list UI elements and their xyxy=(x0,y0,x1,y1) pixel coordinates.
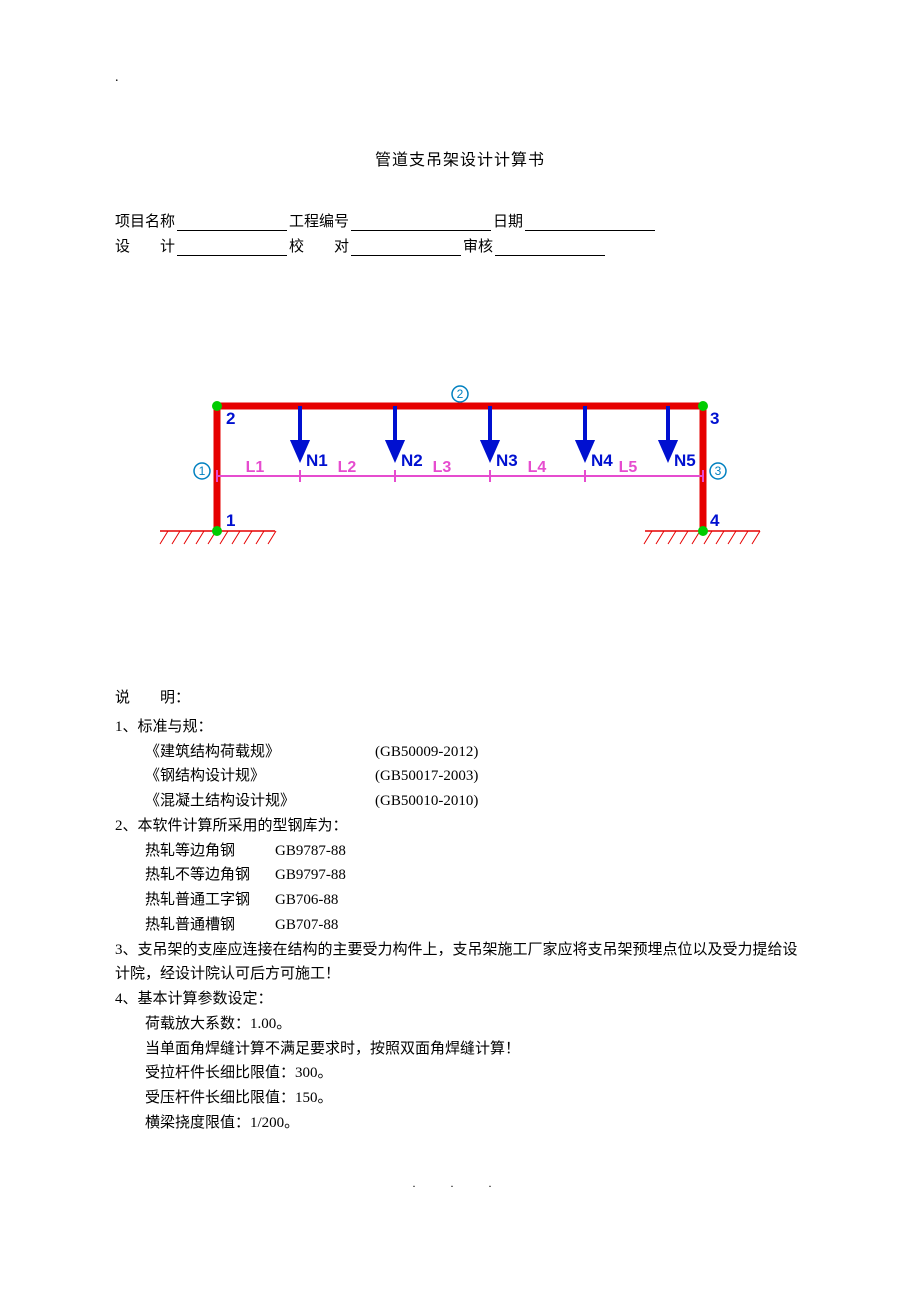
s4-item-2: 受拉杆件长细比限值：300。 xyxy=(145,1061,805,1086)
explain-heading: 说 明： xyxy=(115,686,805,711)
span-L1: L1 xyxy=(246,459,265,476)
section-2-title: 2、本软件计算所采用的型钢库为： xyxy=(115,814,805,839)
force-N2: N2 xyxy=(401,451,423,470)
s2-item-3-name: 热轧普通槽钢 xyxy=(145,913,275,938)
span-L2: L2 xyxy=(338,459,357,476)
force-N4: N4 xyxy=(591,451,613,470)
node-3: 3 xyxy=(710,409,719,428)
section-4-title: 4、基本计算参数设定： xyxy=(115,987,805,1012)
top-dot: . xyxy=(115,70,805,86)
s2-item-3-code: GB707-88 xyxy=(275,913,338,938)
s4-item-4: 横梁挠度限值：1/200。 xyxy=(145,1111,805,1136)
section-3-text: 3、支吊架的支座应连接在结构的主要受力构件上，支吊架施工厂家应将支吊架预埋点位以… xyxy=(115,938,805,988)
check-field[interactable] xyxy=(351,238,461,256)
document-title: 管道支吊架设计计算书 xyxy=(115,146,805,170)
s4-item-0: 荷载放大系数：1.00。 xyxy=(145,1012,805,1037)
force-N5: N5 xyxy=(674,451,696,470)
s2-item-2-code: GB706-88 xyxy=(275,888,338,913)
s2-item-0-name: 热轧等边角钢 xyxy=(145,839,275,864)
project-field[interactable] xyxy=(177,213,287,231)
section-1-title: 1、标准与规： xyxy=(115,715,805,740)
svg-text:2: 2 xyxy=(457,387,464,401)
s1-item-0-name: 《建筑结构荷载规》 xyxy=(145,740,375,765)
s2-item-1-name: 热轧不等边角钢 xyxy=(145,863,275,888)
span-L3: L3 xyxy=(433,459,452,476)
s2-item-1-code: GB9797-88 xyxy=(275,863,346,888)
svg-text:1: 1 xyxy=(199,464,206,478)
design-field[interactable] xyxy=(177,238,287,256)
meta-row-1: 项目名称 工程编号 日期 xyxy=(115,210,805,231)
force-N1: N1 xyxy=(306,451,328,470)
footer-dots: . . . xyxy=(115,1176,805,1191)
node-4: 4 xyxy=(710,511,720,530)
s2-item-2-name: 热轧普通工字钢 xyxy=(145,888,275,913)
node-1: 1 xyxy=(226,511,235,530)
check-label: 校 对 xyxy=(289,235,349,256)
date-field[interactable] xyxy=(525,213,655,231)
s1-item-2-name: 《混凝土结构设计规》 xyxy=(145,789,375,814)
span-L4: L4 xyxy=(528,459,547,476)
s4-item-1: 当单面角焊缝计算不满足要求时，按照双面角焊缝计算！ xyxy=(145,1037,805,1062)
engno-label: 工程编号 xyxy=(289,210,349,231)
design-label: 设 计 xyxy=(115,235,175,256)
s1-item-0-code: (GB50009-2012) xyxy=(375,740,478,765)
meta-row-2: 设 计 校 对 审核 xyxy=(115,235,805,256)
force-N3: N3 xyxy=(496,451,518,470)
s1-item-2-code: (GB50010-2010) xyxy=(375,789,478,814)
project-label: 项目名称 xyxy=(115,210,175,231)
engno-field[interactable] xyxy=(351,213,491,231)
node-2: 2 xyxy=(226,409,235,428)
s1-item-1-code: (GB50017-2003) xyxy=(375,764,478,789)
review-label: 审核 xyxy=(463,235,493,256)
structural-diagram: 1 2 3 1 2 3 4 N1 N2 N3 N4 N5 L1 L2 L3 xyxy=(115,366,805,546)
span-L5: L5 xyxy=(619,459,638,476)
review-field[interactable] xyxy=(495,238,605,256)
s2-item-0-code: GB9787-88 xyxy=(275,839,346,864)
date-label: 日期 xyxy=(493,210,523,231)
s1-item-1-name: 《钢结构设计规》 xyxy=(145,764,375,789)
svg-text:3: 3 xyxy=(715,464,722,478)
s4-item-3: 受压杆件长细比限值：150。 xyxy=(145,1086,805,1111)
frame-diagram-svg: 1 2 3 1 2 3 4 N1 N2 N3 N4 N5 L1 L2 L3 xyxy=(150,366,770,546)
